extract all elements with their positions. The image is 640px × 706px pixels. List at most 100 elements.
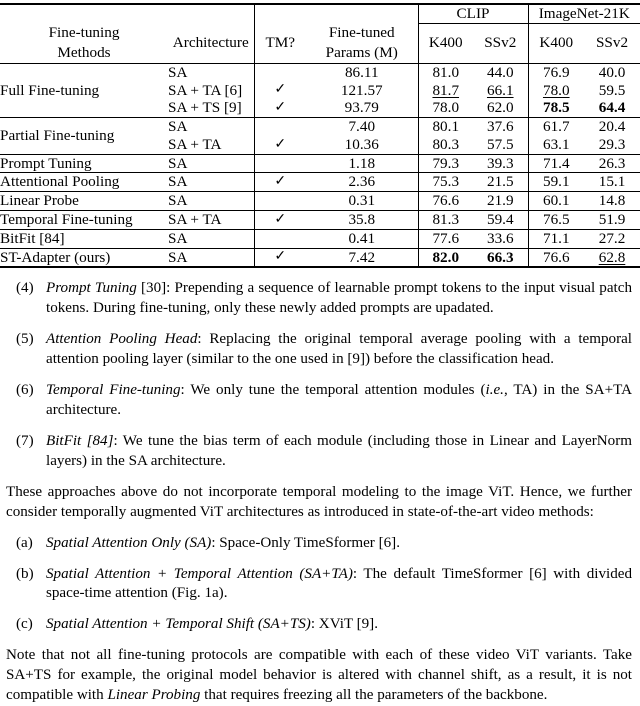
cell-architecture: SA (168, 248, 188, 266)
cell-clip-k400: 76.6 (417, 191, 473, 211)
cell-clip-ssv2: 37.6 (473, 118, 528, 136)
header-in21k-ssv2: SSv2 (595, 34, 629, 52)
lettered-title: Spatial Attention + Temporal Shift (SA+T… (46, 616, 311, 633)
cell-params: 93.79 (344, 99, 379, 117)
cell-in21k-ssv2-value: 20.4 (598, 118, 626, 136)
header-methods-line2: Methods (57, 44, 111, 62)
cell-in21k-k400: 59.1 (527, 172, 585, 192)
cell-in21k-k400-value: 76.6 (542, 248, 570, 266)
cell-params: 121.57 (340, 81, 383, 99)
lettered-item: (b) Spatial Attention + Temporal Attentio… (6, 565, 632, 605)
table-row: ST-Adapter (ours) SA ✓ 7.42 82.0 66.3 76.6 62.8 (0, 248, 640, 267)
cell-in21k-ssv2-value: 59.5 (598, 81, 626, 99)
checkmark-icon: ✓ (253, 81, 306, 100)
numbered-marker: (7) (16, 432, 34, 449)
cell-in21k-ssv2-value: 14.8 (598, 192, 626, 210)
cell-in21k-ssv2: 29.3 (584, 136, 640, 154)
cell-clip-ssv2-value: 44.0 (486, 63, 514, 81)
checkmark-icon: ✓ (253, 210, 306, 230)
cell-clip-ssv2-value: 66.3 (486, 248, 514, 266)
cell-clip-ssv2-value: 39.3 (486, 154, 514, 172)
cell-clip-ssv2: 33.6 (473, 229, 528, 248)
cell-clip-k400-value: 75.3 (432, 173, 460, 191)
cell-in21k-k400-value: 78.5 (542, 99, 570, 117)
cell-clip-k400-value: 77.6 (432, 229, 460, 247)
cell-in21k-ssv2: 64.4 (584, 99, 640, 117)
cell-clip-ssv2-value: 59.4 (486, 211, 514, 229)
cell-in21k-k400: 60.1 (527, 191, 585, 211)
cell-in21k-ssv2: 27.2 (584, 229, 640, 248)
cell-method: ST-Adapter (ours) (0, 248, 111, 266)
cell-architecture: SA (168, 63, 188, 81)
cell-architecture: SA (168, 192, 188, 210)
header-spacer-arch (168, 4, 254, 23)
lettered-items-group: (a) Spatial Attention Only (SA): Space-On… (6, 534, 632, 636)
lettered-body: Spatial Attention + Temporal Shift (SA+T… (46, 615, 632, 635)
table-row: Prompt Tuning SA 1.18 79.3 39.3 71.4 26.3 (0, 154, 640, 173)
paragraph-2-italic-term: Linear Probing (107, 687, 201, 704)
table-group-header-row: CLIP ImageNet-21K (0, 4, 640, 24)
cell-in21k-k400: 63.1 (527, 135, 585, 155)
cell-in21k-ssv2-value: 62.8 (598, 248, 626, 266)
cell-clip-ssv2: 66.1 (473, 82, 528, 100)
cell-clip-k400: 81.3 (417, 210, 473, 230)
cell-clip-ssv2-value: 33.6 (486, 229, 514, 247)
checkmark-icon: ✓ (253, 99, 306, 118)
cell-clip-k400: 75.3 (417, 172, 473, 192)
table-row: Attentional Pooling SA ✓ 2.36 75.3 21.5 59.1 15… (0, 172, 640, 192)
cell-clip-ssv2: 44.0 (473, 63, 528, 81)
cell-clip-ssv2: 21.5 (473, 173, 528, 192)
cell-in21k-ssv2: 62.8 (584, 248, 640, 266)
fine-tuning-results-table: CLIP ImageNet-21K Fine-tuning Methods Ar… (0, 3, 640, 267)
cell-params: 0.31 (348, 192, 376, 210)
paragraph-2: Note that not all fine-tuning protocols … (6, 646, 632, 706)
cell-in21k-k400-value: 71.4 (542, 154, 570, 172)
cell-in21k-k400: 61.7 (527, 117, 585, 136)
cell-in21k-ssv2: 40.0 (584, 63, 640, 81)
cell-clip-ssv2: 62.0 (473, 99, 528, 117)
checkmark-icon: ✓ (253, 135, 306, 155)
cell-params: 0.41 (348, 229, 376, 247)
cell-clip-k400: 81.7 (417, 81, 473, 100)
cell-architecture: SA + TS [9] (168, 99, 242, 117)
table-body: Full Fine-tuning SA 86.11 81.0 44.0 76.9 40.0 S… (0, 63, 640, 267)
cell-in21k-k400: 71.4 (527, 154, 585, 173)
numbered-title: Temporal Fine-tuning (46, 382, 181, 399)
cell-in21k-k400: 76.6 (527, 248, 585, 267)
cell-clip-k400-value: 80.1 (432, 118, 460, 136)
cell-architecture: SA + TA (168, 135, 222, 153)
table-row: Linear Probe SA 0.31 76.6 21.9 60.1 14.8 (0, 191, 640, 211)
cell-architecture: SA (168, 154, 188, 172)
lettered-marker: (b) (16, 565, 34, 582)
cell-clip-ssv2: 39.3 (473, 154, 528, 173)
cell-clip-ssv2: 21.9 (473, 192, 528, 211)
cell-in21k-ssv2: 15.1 (584, 173, 640, 192)
cell-in21k-ssv2-value: 26.3 (598, 154, 626, 172)
cell-method: Attentional Pooling (0, 173, 120, 191)
table-row: Temporal Fine-tuning SA + TA ✓ 35.8 81.3 59.4… (0, 210, 640, 230)
header-spacer-method (0, 4, 168, 23)
numbered-item: (6) Temporal Fine-tuning: We only tune th… (6, 381, 632, 421)
header-clip-k400: K400 (417, 23, 473, 64)
cell-temporal-modeling (253, 191, 306, 211)
header-in21k-k400: K400 (527, 23, 585, 64)
cell-in21k-k400: 78.0 (527, 81, 585, 100)
cell-clip-k400-value: 80.3 (432, 135, 460, 153)
header-group-clip: CLIP (417, 4, 529, 24)
lettered-item: (a) Spatial Attention Only (SA): Space-On… (6, 534, 632, 554)
cell-clip-ssv2-value: 57.5 (486, 135, 514, 153)
cell-clip-k400-value: 82.0 (432, 248, 460, 266)
lettered-marker: (c) (16, 616, 33, 633)
cell-method: Prompt Tuning (0, 154, 92, 172)
cell-in21k-k400-value: 78.0 (542, 81, 570, 99)
cell-architecture: SA + TA [6] (168, 81, 243, 99)
header-methods-line1: Fine-tuning (48, 24, 120, 42)
cell-clip-ssv2-value: 37.6 (486, 118, 514, 136)
cell-params: 7.42 (348, 248, 376, 266)
cell-params: 10.36 (344, 135, 379, 153)
numbered-title: Attention Pooling Head (46, 331, 198, 348)
numbered-body: Temporal Fine-tuning: We only tune the t… (46, 381, 632, 421)
cell-in21k-ssv2-value: 27.2 (598, 229, 626, 247)
cell-clip-k400: 80.3 (417, 135, 473, 155)
cell-clip-k400-value: 81.0 (432, 63, 460, 81)
